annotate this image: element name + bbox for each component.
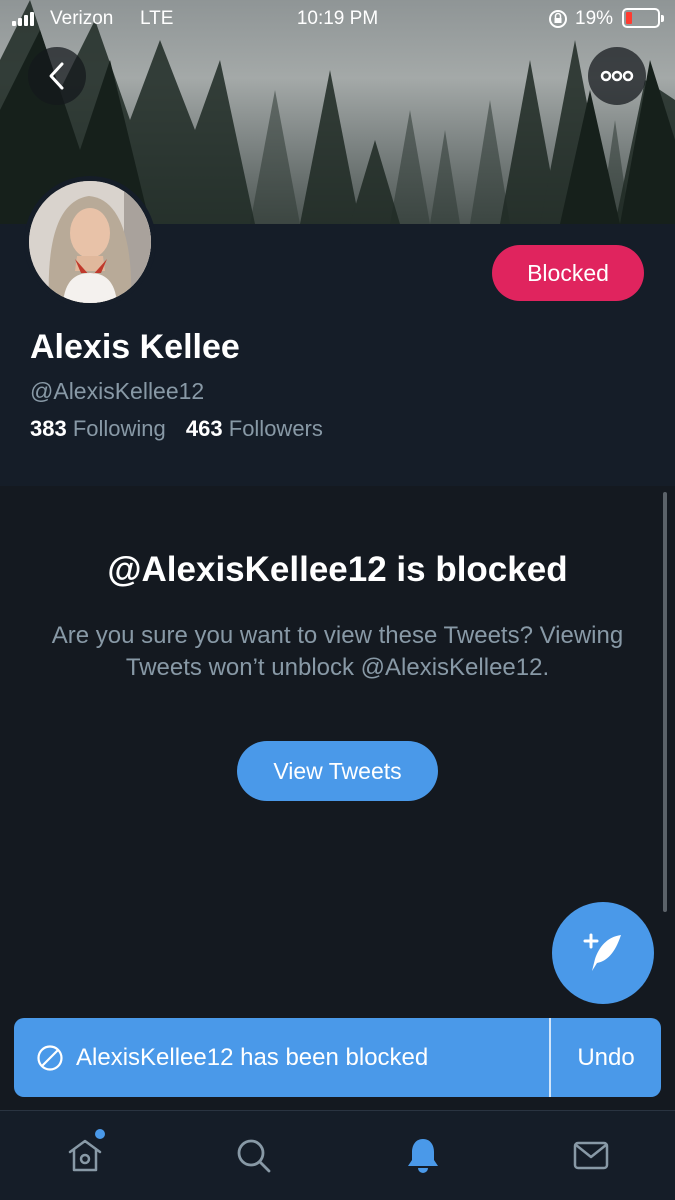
followers-count: 463 bbox=[185, 416, 223, 441]
blocked-icon bbox=[37, 1045, 63, 1071]
back-button[interactable] bbox=[28, 47, 86, 105]
following-link[interactable]: 383 Following bbox=[30, 416, 166, 441]
battery-icon bbox=[622, 8, 664, 28]
status-bar: Verizon LTE 10:19 PM 19% bbox=[0, 0, 675, 40]
mail-icon bbox=[573, 1141, 609, 1170]
blocked-button[interactable]: Blocked bbox=[492, 245, 644, 301]
tab-messages[interactable] bbox=[569, 1133, 613, 1177]
profile-name: Alexis Kellee bbox=[30, 328, 240, 366]
tab-bar bbox=[0, 1110, 675, 1200]
chevron-left-icon bbox=[49, 62, 64, 90]
rotation-lock-icon bbox=[549, 10, 567, 28]
compose-feather-icon bbox=[583, 933, 621, 971]
more-horizontal-icon bbox=[600, 70, 634, 82]
following-count: 383 bbox=[30, 416, 67, 441]
home-icon bbox=[68, 1139, 102, 1172]
avatar[interactable] bbox=[24, 176, 156, 308]
following-label: Following bbox=[72, 416, 166, 441]
battery-fill bbox=[626, 12, 632, 24]
search-icon bbox=[237, 1139, 271, 1173]
snackbar-text: AlexisKellee12 has been blocked bbox=[76, 1044, 429, 1071]
followers-link[interactable]: 463 Followers bbox=[186, 416, 323, 441]
compose-tweet-button[interactable] bbox=[552, 902, 654, 1004]
bell-icon bbox=[408, 1139, 438, 1173]
profile-stats: 383 Following 463 Followers bbox=[30, 416, 323, 442]
avatar-image bbox=[29, 181, 151, 303]
tab-search[interactable] bbox=[231, 1133, 275, 1177]
blocked-snackbar: AlexisKellee12 has been blocked Undo bbox=[14, 1018, 661, 1097]
battery-percent: 19% bbox=[575, 8, 614, 29]
more-options-button[interactable] bbox=[588, 47, 646, 105]
profile-handle: @AlexisKellee12 bbox=[30, 378, 205, 404]
home-badge bbox=[95, 1129, 105, 1139]
undo-button[interactable]: Undo bbox=[551, 1018, 661, 1097]
followers-label: Followers bbox=[228, 416, 323, 441]
view-tweets-button[interactable]: View Tweets bbox=[237, 741, 438, 801]
clock: 10:19 PM bbox=[296, 8, 379, 29]
tab-home[interactable] bbox=[63, 1133, 107, 1177]
blocked-message: Are you sure you want to view these Twee… bbox=[51, 622, 624, 681]
blocked-title: @AlexisKellee12 is blocked bbox=[107, 550, 568, 589]
tab-notifications[interactable] bbox=[401, 1133, 445, 1177]
